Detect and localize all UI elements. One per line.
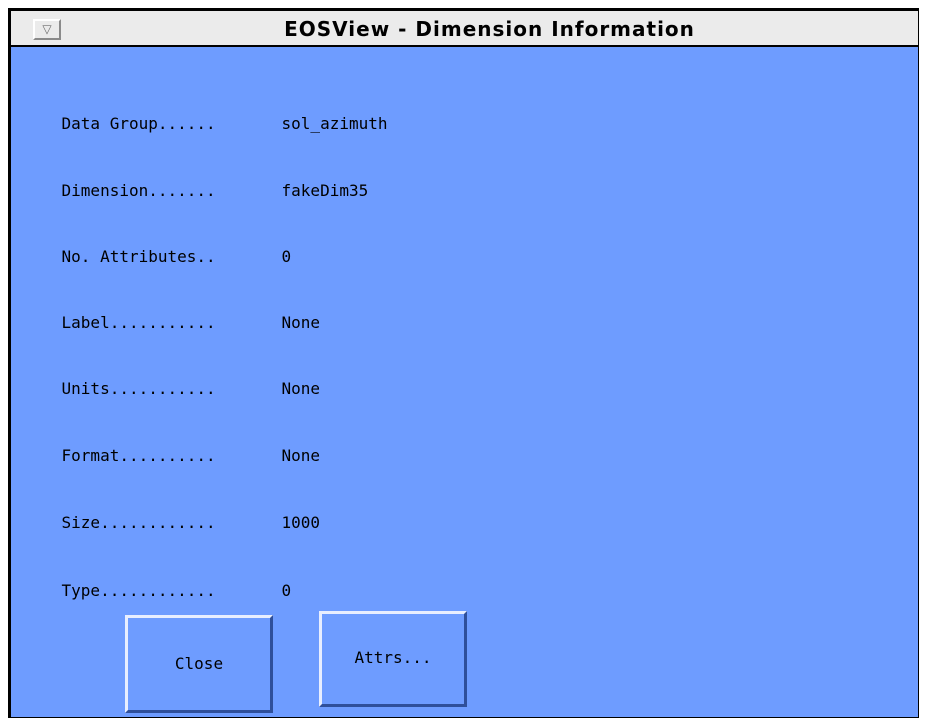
- window-title: EOSView - Dimension Information: [284, 17, 695, 41]
- field-value: None: [281, 446, 321, 465]
- field-row-format: Format.......... None: [23, 420, 321, 465]
- field-row-type: Type............ 0: [23, 555, 292, 600]
- window-menu-button[interactable]: ▽: [33, 19, 61, 40]
- field-value: sol_azimuth: [281, 114, 388, 133]
- field-value: 1000: [281, 513, 321, 532]
- field-value: None: [281, 379, 321, 398]
- field-label: Dimension.......: [61, 181, 216, 200]
- field-row-units: Units........... None: [23, 353, 321, 398]
- field-label: Units...........: [61, 379, 216, 398]
- field-label: Format..........: [61, 446, 216, 465]
- field-value: None: [281, 313, 321, 332]
- attrs-button[interactable]: Attrs...: [319, 611, 467, 707]
- field-row-no-attributes: No. Attributes.. 0: [23, 221, 292, 266]
- field-row-label: Label........... None: [23, 287, 321, 332]
- title-bar[interactable]: ▽ EOSView - Dimension Information: [11, 11, 918, 47]
- field-label: Type............: [61, 581, 216, 600]
- triangle-down-icon: ▽: [42, 22, 52, 36]
- field-row-dimension: Dimension....... fakeDim35: [23, 155, 369, 200]
- field-label: No. Attributes..: [61, 247, 216, 266]
- close-button[interactable]: Close: [125, 615, 273, 713]
- dimension-info-window: ▽ EOSView - Dimension Information Data G…: [8, 8, 919, 718]
- field-value: 0: [281, 581, 292, 600]
- field-row-size: Size............ 1000: [23, 487, 321, 532]
- field-value: 0: [281, 247, 292, 266]
- field-label: Label...........: [61, 313, 216, 332]
- field-value: fakeDim35: [281, 181, 369, 200]
- field-label: Data Group......: [61, 114, 216, 133]
- field-row-data-group: Data Group...... sol_azimuth: [23, 88, 388, 133]
- field-label: Size............: [61, 513, 216, 532]
